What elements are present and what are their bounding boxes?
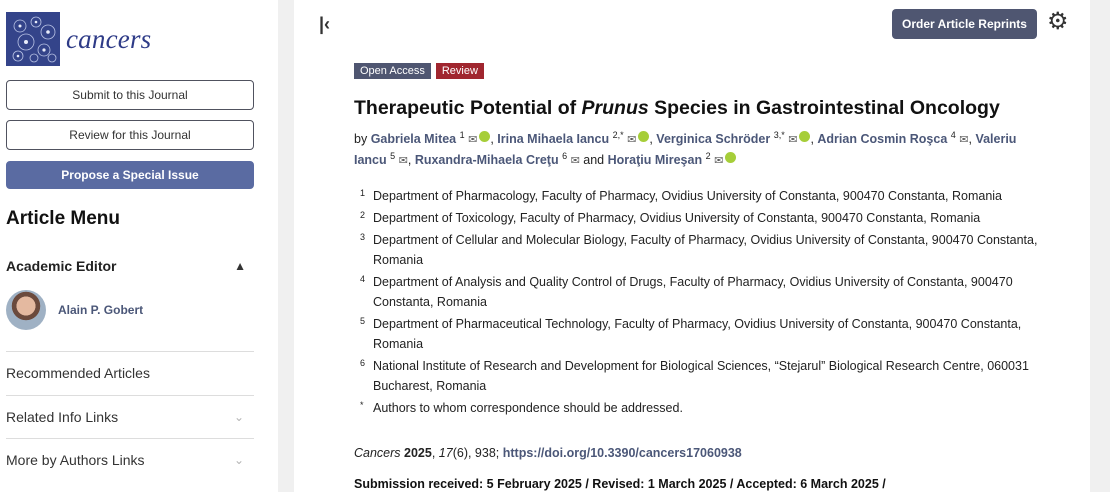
affiliation-text: Department of Analysis and Quality Contr… [373, 275, 1013, 309]
and-label: and [583, 153, 605, 167]
academic-editor-toggle[interactable]: Academic Editor ▲ [6, 258, 254, 274]
sidebar: cancers Submit to this Journal Review fo… [0, 0, 278, 492]
collapse-sidebar-icon[interactable]: |‹ [319, 14, 330, 35]
author-affiliation: 6 [562, 150, 568, 161]
author-list: by Gabriela Mitea 1 ✉, Irina Mihaela Ian… [354, 129, 1017, 167]
affiliation-text: National Institute of Research and Devel… [373, 359, 1029, 393]
editor-name[interactable]: Alain P. Gobert [58, 303, 143, 317]
affiliation-text: Department of Cellular and Molecular Bio… [373, 233, 1038, 267]
order-reprints-button[interactable]: Order Article Reprints [892, 9, 1037, 39]
journal-name: cancers [66, 23, 152, 54]
affiliation-list: 1 Department of Pharmacology, Faculty of … [354, 186, 1044, 420]
propose-special-issue-button[interactable]: Propose a Special Issue [6, 161, 254, 189]
email-icon[interactable]: ✉ [399, 155, 408, 167]
chevron-down-icon: ⌄ [233, 410, 244, 424]
affiliation-number: 1 [360, 188, 366, 198]
affiliation-number: 6 [360, 358, 366, 368]
affiliation-number: 4 [360, 274, 366, 284]
affiliation-number: * [360, 400, 364, 410]
citation-volume: 17 [438, 446, 453, 460]
affiliation-number: 5 [360, 316, 366, 326]
recommended-articles-label: Recommended Articles [6, 365, 150, 381]
journal-logo-icon [6, 12, 60, 66]
email-icon[interactable]: ✉ [468, 134, 477, 146]
review-for-journal-button[interactable]: Review for this Journal [6, 120, 254, 150]
related-info-links-label: Related Info Links [6, 409, 119, 425]
affiliation-text: Department of Pharmaceutical Technology,… [373, 317, 1022, 351]
academic-editor-title: Academic Editor [6, 258, 117, 274]
citation-year: 2025 [404, 446, 432, 460]
author-link[interactable]: Verginica Schröder [656, 132, 770, 146]
article-title: Therapeutic Potential of Prunus Species … [354, 97, 1000, 120]
author-affiliation: 1 [459, 129, 465, 140]
recommended-articles-link[interactable]: Recommended Articles [6, 351, 254, 394]
title-italic-part: Prunus [581, 97, 649, 119]
affiliation-item: 4 Department of Analysis and Quality Cont… [354, 272, 1044, 312]
email-icon[interactable]: ✉ [714, 155, 723, 167]
article-menu-title: Article Menu [6, 208, 121, 229]
academic-editor[interactable]: Alain P. Gobert [6, 290, 143, 330]
submit-to-journal-button[interactable]: Submit to this Journal [6, 80, 254, 110]
orcid-icon[interactable] [638, 131, 650, 143]
author-affiliation: 5 [390, 150, 396, 161]
article-main: |‹ Order Article Reprints ⚙ Open Access … [294, 0, 1090, 492]
author-link[interactable]: Gabriela Mitea [371, 132, 456, 146]
author-affiliation: 3,* [773, 129, 785, 140]
affiliation-number: 3 [360, 232, 366, 242]
citation-journal: Cancers [354, 446, 401, 460]
affiliation-number: 2 [360, 210, 366, 220]
orcid-icon[interactable] [725, 152, 737, 164]
author-link[interactable]: Ruxandra-Mihaela Creţu [415, 153, 559, 167]
email-icon[interactable]: ✉ [788, 134, 797, 146]
article-badges: Open Access Review [354, 63, 484, 79]
affiliation-item: * Authors to whom correspondence should b… [354, 398, 1044, 418]
affiliation-text: Department of Toxicology, Faculty of Pha… [373, 211, 981, 225]
affiliation-item: 1 Department of Pharmacology, Faculty of … [354, 186, 1044, 206]
citation-issue: (6), 938; [452, 446, 503, 460]
review-badge: Review [435, 63, 484, 79]
journal-logo[interactable]: cancers [6, 12, 151, 66]
affiliation-item: 3 Department of Cellular and Molecular Bi… [354, 230, 1044, 270]
more-by-authors-links-label: More by Authors Links [6, 452, 145, 468]
chevron-up-icon: ▲ [234, 259, 246, 273]
title-part: Species in Gastrointestinal Oncology [648, 97, 1000, 119]
title-part: Therapeutic Potential of [354, 97, 582, 119]
orcid-icon[interactable] [479, 131, 491, 143]
affiliation-text: Department of Pharmacology, Faculty of P… [373, 189, 1003, 203]
orcid-icon[interactable] [799, 131, 811, 143]
gear-icon[interactable]: ⚙ [1047, 10, 1069, 34]
article-dates: Submission received: 5 February 2025 / R… [354, 477, 886, 491]
open-access-badge: Open Access [354, 63, 431, 79]
avatar [6, 290, 46, 330]
author-affiliation: 2,* [612, 129, 624, 140]
affiliation-item: 5 Department of Pharmaceutical Technology… [354, 314, 1044, 354]
by-label: by [354, 132, 368, 146]
affiliation-text: Authors to whom correspondence should be… [373, 401, 683, 415]
affiliation-item: 2 Department of Toxicology, Faculty of Ph… [354, 208, 1044, 228]
citation: Cancers 2025, 17(6), 938; https://doi.or… [354, 446, 742, 460]
author-affiliation: 4 [950, 129, 956, 140]
author-link[interactable]: Irina Mihaela Iancu [497, 132, 609, 146]
more-by-authors-links-toggle[interactable]: More by Authors Links ⌄ [6, 438, 254, 481]
chevron-down-icon: ⌄ [233, 453, 244, 467]
email-icon[interactable]: ✉ [959, 134, 968, 146]
related-info-links-toggle[interactable]: Related Info Links ⌄ [6, 395, 254, 438]
email-icon[interactable]: ✉ [571, 155, 580, 167]
affiliation-item: 6 National Institute of Research and Deve… [354, 356, 1044, 396]
author-affiliation: 2 [705, 150, 711, 161]
email-icon[interactable]: ✉ [627, 134, 636, 146]
author-link[interactable]: Horaţiu Mireşan [608, 153, 702, 167]
doi-link[interactable]: https://doi.org/10.3390/cancers17060938 [503, 446, 742, 460]
author-link[interactable]: Adrian Cosmin Roşca [817, 132, 947, 146]
